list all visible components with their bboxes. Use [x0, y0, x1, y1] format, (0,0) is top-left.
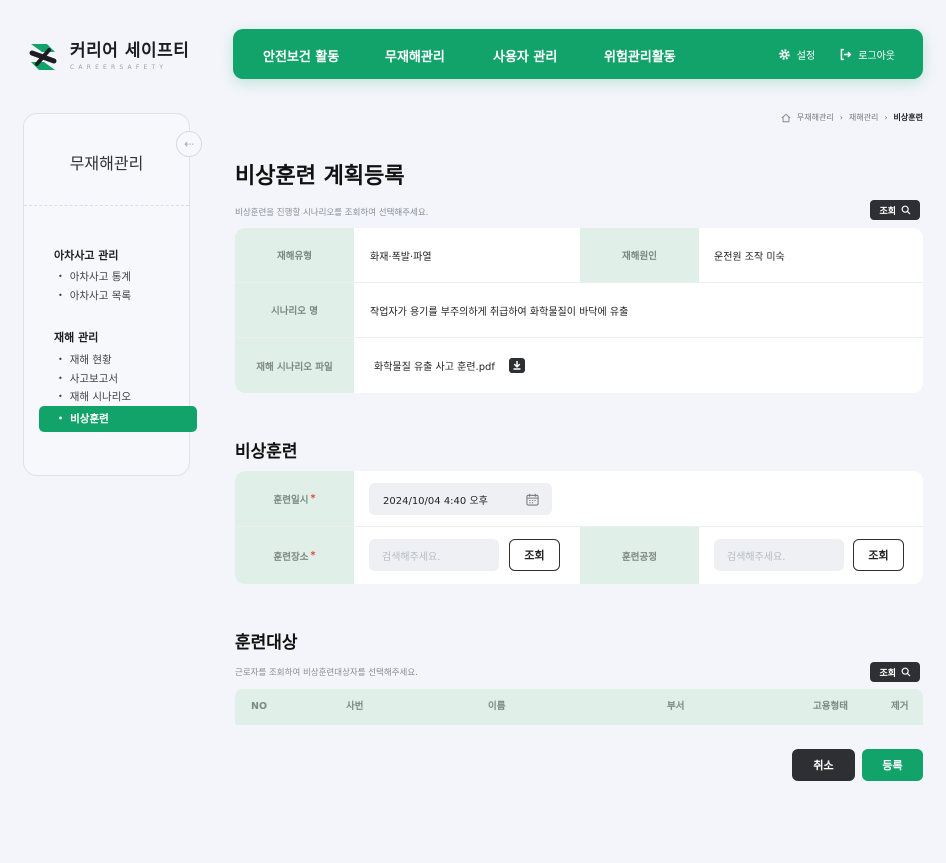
scenario-row-type: 재해유형 화재·폭발·파열 재해원인 운전원 조작 미숙 — [235, 228, 923, 283]
type-label: 재해유형 — [235, 228, 354, 282]
target-search-label: 조회 — [879, 668, 896, 679]
submit-button[interactable]: 등록 — [862, 749, 923, 781]
target-desc: 근로자를 조회하여 비상훈련대상자를 선택해주세요. — [235, 668, 418, 678]
collapse-sidebar-icon[interactable]: ⇠ — [176, 131, 202, 157]
nav-risk-management[interactable]: 위험관리활동 — [604, 46, 676, 65]
target-section-title: 훈련대상 — [235, 633, 298, 653]
drill-section-title: 비상훈련 — [235, 442, 298, 462]
gear-icon — [779, 48, 790, 60]
drill-process-search-button[interactable]: 조회 — [853, 539, 904, 571]
sidebar-group-accident: 재해 관리 — [54, 331, 99, 344]
drill-date-label: 훈련일시 * — [235, 471, 354, 526]
breadcrumb: 무재해관리 › 재해관리 › 비상훈련 — [781, 112, 923, 123]
sidebar-item-accident-scenario[interactable]: 재해 시나리오 — [58, 389, 131, 404]
col-no: NO — [251, 701, 268, 712]
logo[interactable]: 커리어 세이프티 CAREERSAFETY — [28, 40, 189, 74]
target-search-button[interactable]: 조회 — [870, 662, 920, 682]
top-nav: 안전보건 활동 무재해관리 사용자 관리 위험관리활동 설정 로그아웃 — [233, 29, 923, 79]
drill-row-date: 훈련일시 * 2024/10/04 4:40 오후 — [235, 471, 923, 527]
page-desc: 비상훈련을 진행할 시나리오를 조회하여 선택해주세요. — [235, 208, 429, 218]
drill-place-search-button[interactable]: 조회 — [509, 539, 560, 571]
nav-zero-accident[interactable]: 무재해관리 — [385, 46, 445, 65]
sidebar-item-accident-report[interactable]: 사고보고서 — [58, 371, 118, 386]
scenario-row-name: 시나리오 명 작업자가 용기를 부주의하게 취급하여 화학물질이 바닥에 유출 — [235, 283, 923, 338]
col-remove: 제거 — [891, 701, 909, 712]
logo-mark-icon — [29, 44, 57, 70]
sidebar-group-near-miss: 아차사고 관리 — [54, 249, 119, 262]
drill-place-label: 훈련장소 * — [235, 527, 354, 584]
chevron-right-icon: › — [839, 113, 843, 122]
scenario-card: 재해유형 화재·폭발·파열 재해원인 운전원 조작 미숙 시나리오 명 작업자가… — [235, 228, 923, 393]
breadcrumb-accident-mgmt[interactable]: 재해관리 — [849, 112, 878, 123]
nav-safety-activity[interactable]: 안전보건 활동 — [263, 46, 339, 65]
settings-label: 설정 — [796, 50, 816, 62]
brand-name: 커리어 세이프티 — [70, 41, 190, 61]
scenario-file-label: 재해 시나리오 파일 — [235, 338, 354, 393]
sidebar-title: 무재해관리 — [69, 154, 144, 173]
sidebar-item-accident-status[interactable]: 재해 현황 — [58, 352, 112, 367]
settings-button[interactable]: 설정 — [778, 47, 815, 62]
cause-value: 운전원 조작 미숙 — [714, 251, 785, 263]
scenario-file-name[interactable]: 화학물질 유출 사고 훈련.pdf — [374, 358, 495, 373]
drill-date-value: 2024/10/04 4:40 오후 — [383, 495, 488, 507]
logout-label: 로그아웃 — [858, 50, 895, 62]
col-employment-type: 고용형태 — [813, 701, 848, 712]
target-table-header: NO 사번 이름 부서 고용형태 제거 — [235, 689, 923, 725]
drill-card: 훈련일시 * 2024/10/04 4:40 오후 훈련장소 * 검색해주세요. 조… — [235, 471, 923, 584]
scenario-name-value: 작업자가 용기를 부주의하게 취급하여 화학물질이 바닥에 유출 — [370, 306, 629, 318]
scenario-row-file: 재해 시나리오 파일 화학물질 유출 사고 훈련.pdf — [235, 338, 923, 393]
drill-row-place: 훈련장소 * 검색해주세요. 조회 훈련공정 검색해주세요. 조회 — [235, 527, 923, 584]
sidebar: ⇠ 무재해관리 아차사고 관리 아차사고 통계 아차사고 목록 재해 관리 재해… — [23, 113, 202, 476]
chevron-right-icon: › — [884, 113, 888, 122]
sidebar-item-near-miss-list[interactable]: 아차사고 목록 — [58, 288, 131, 303]
logout-icon — [840, 48, 852, 60]
scenario-search-label: 조회 — [879, 206, 896, 217]
col-department: 부서 — [667, 701, 685, 712]
type-value: 화재·폭발·파열 — [370, 251, 432, 263]
sidebar-item-near-miss-stats[interactable]: 아차사고 통계 — [58, 269, 131, 284]
brand-sub: CAREERSAFETY — [70, 64, 168, 71]
sidebar-divider — [24, 205, 189, 206]
download-icon[interactable] — [508, 358, 525, 373]
search-icon — [901, 205, 911, 215]
scenario-file-value: 화학물질 유출 사고 훈련.pdf — [374, 338, 525, 393]
breadcrumb-zero-accident[interactable]: 무재해관리 — [797, 112, 834, 123]
drill-place-input[interactable]: 검색해주세요. — [369, 539, 499, 571]
drill-process-input[interactable]: 검색해주세요. — [714, 539, 844, 571]
cause-label: 재해원인 — [580, 228, 699, 282]
sidebar-item-emergency-drill[interactable]: 비상훈련 — [39, 406, 197, 432]
drill-process-label: 훈련공정 — [580, 527, 699, 584]
col-name: 이름 — [488, 701, 506, 712]
breadcrumb-current: 비상훈련 — [893, 113, 923, 122]
cancel-button[interactable]: 취소 — [792, 749, 855, 781]
home-icon[interactable] — [781, 113, 791, 123]
calendar-icon[interactable] — [526, 493, 539, 506]
scenario-search-button[interactable]: 조회 — [870, 200, 920, 220]
drill-date-input[interactable]: 2024/10/04 4:40 오후 — [369, 483, 552, 515]
page-title: 비상훈련 계획등록 — [235, 164, 405, 189]
search-icon — [901, 667, 911, 677]
scenario-name-label: 시나리오 명 — [235, 283, 354, 337]
nav-user-management[interactable]: 사용자 관리 — [493, 46, 557, 65]
logout-button[interactable]: 로그아웃 — [839, 47, 895, 62]
col-employee-id: 사번 — [346, 701, 364, 712]
